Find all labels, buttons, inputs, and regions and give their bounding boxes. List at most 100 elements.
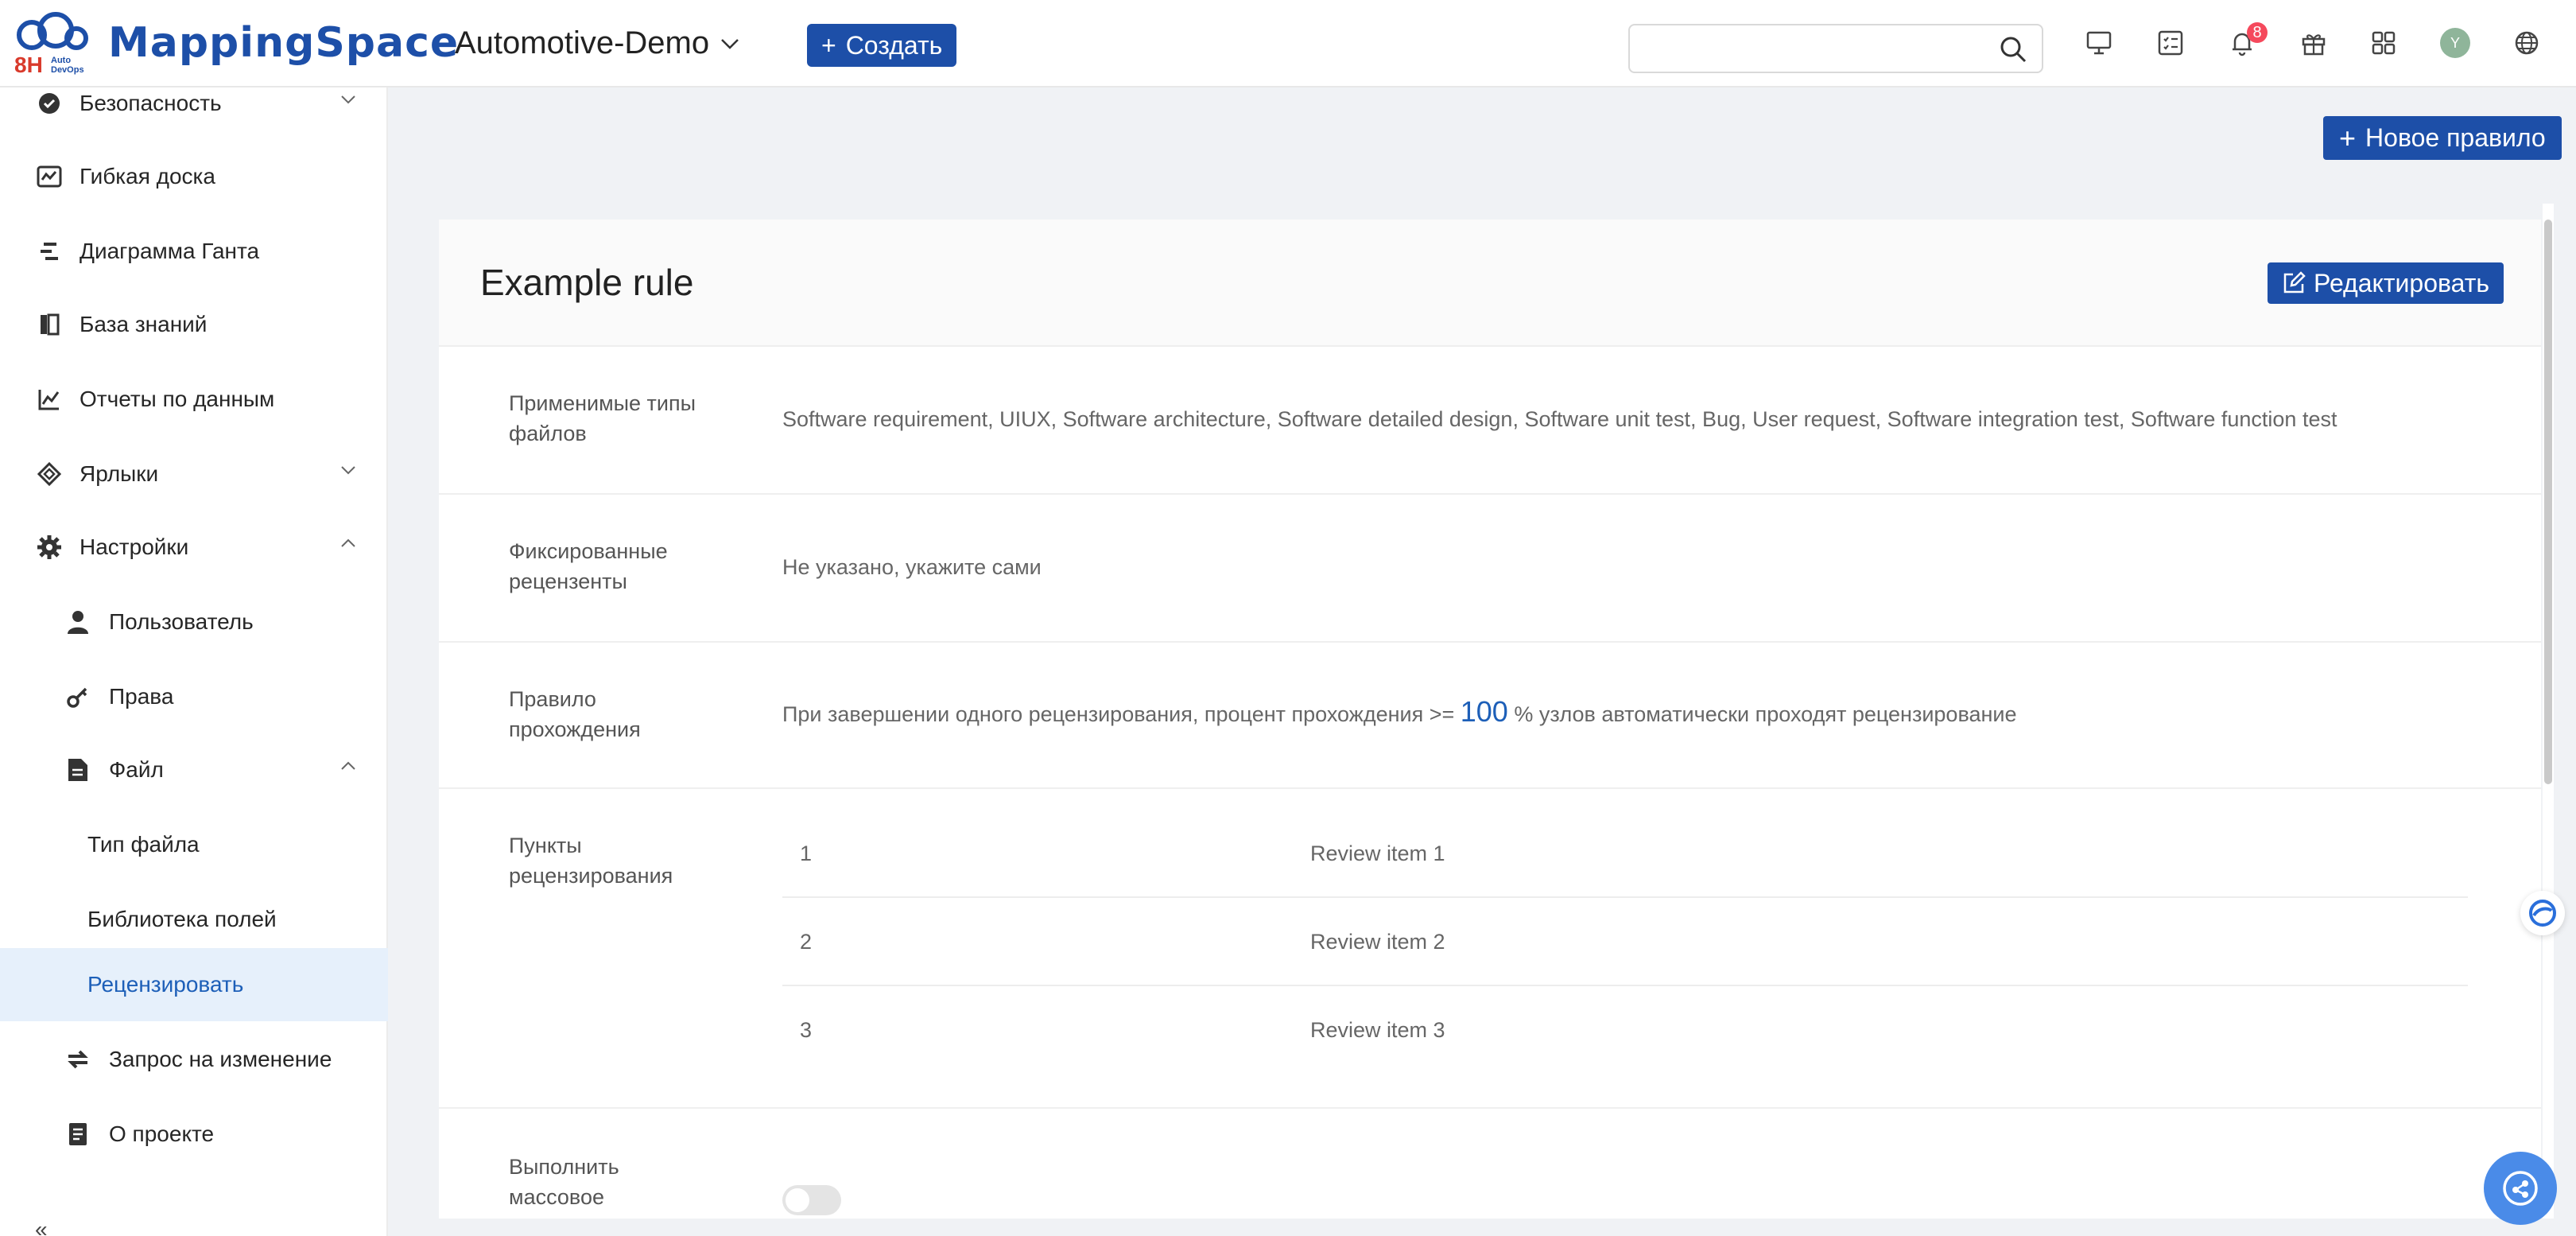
swap-icon [64,1045,92,1074]
chart-icon [35,385,64,414]
ai-assistant-icon[interactable] [2520,891,2565,935]
sidebar-item-data-reports[interactable]: Отчеты по данным [0,363,388,436]
sidebar-item-review[interactable]: Рецензировать [0,948,388,1021]
sidebar-item-file-type[interactable]: Тип файла [0,808,388,881]
collapse-sidebar-icon[interactable]: « [35,1217,48,1236]
gear-icon [35,533,64,562]
row-label: Пункты рецензирования [509,834,673,888]
sidebar-item-labels[interactable]: Ярлыки [0,437,388,511]
create-button-label: Создать [845,30,943,60]
sidebar-item-label: Диаграмма Ганта [80,239,260,263]
pass-rule-prefix: При завершении одного рецензирования, пр… [782,702,1455,726]
sidebar-item-rights[interactable]: Права [0,660,388,733]
document-icon [64,1120,92,1149]
plus-icon: + [2339,121,2357,154]
app-logo[interactable]: 8H Auto DevOps MappingSpace [14,11,458,83]
review-item: 1 Review item 1 [782,810,2468,898]
scrollbar-thumb[interactable] [2544,220,2552,784]
sidebar-item-label: О проекте [109,1121,215,1146]
rule-card: Example rule Редактировать Применимые ти… [439,220,2541,1219]
review-item: 3 Review item 3 [782,986,2468,1075]
bulk-execute-toggle[interactable] [782,1185,841,1215]
chevron-down-icon [721,38,739,49]
rule-title: Example rule [480,262,694,303]
globe-icon[interactable] [2509,25,2544,60]
row-pass-rule: Правило прохождения При завершении одног… [439,643,2541,789]
logo-text: MappingSpace [108,19,460,67]
sidebar-item-label: Права [109,684,174,709]
sidebar-item-label: База знаний [80,312,208,336]
monitor-icon[interactable] [2081,25,2116,60]
row-label: Применимые типы файлов [509,391,696,445]
sidebar-item-gantt[interactable]: Диаграмма Ганта [0,215,388,288]
rule-card-header: Example rule Редактировать [439,220,2541,347]
logo-badge: 8H [14,52,43,77]
chevron-down-icon[interactable] [340,94,356,105]
shield-check-icon [35,89,64,118]
user-icon [64,608,92,636]
row-label: Правило прохождения [509,687,641,741]
sidebar-item-label: Ярлыки [80,461,159,486]
tag-icon [35,460,64,488]
sidebar-item-label: Файл [109,757,164,782]
agile-board-icon [35,162,64,191]
edit-button[interactable]: Редактировать [2268,262,2504,304]
review-item-text: Review item 3 [1310,1018,1445,1042]
task-list-icon[interactable] [2153,25,2188,60]
gift-icon[interactable] [2296,25,2331,60]
sidebar: Безопасность Гибкая доска Диаграмма Гант… [0,87,388,1236]
share-chat-icon[interactable] [2484,1152,2557,1225]
sidebar-item-label: Отчеты по данным [80,387,275,411]
gantt-icon [35,237,64,266]
search-box[interactable] [1628,24,2043,73]
sidebar-item-label: Тип файла [87,832,200,857]
file-icon [64,756,92,784]
create-button[interactable]: + Создать [807,24,957,67]
review-item-number: 3 [800,1018,813,1042]
chevron-up-icon[interactable] [340,760,356,772]
review-item-text: Review item 1 [1310,841,1445,865]
sidebar-item-change-request[interactable]: Запрос на изменение [0,1023,388,1096]
review-item-number: 1 [800,841,813,865]
sidebar-item-user[interactable]: Пользователь [0,585,388,659]
new-rule-button[interactable]: + Новое правило [2323,116,2562,160]
notification-badge: 8 [2247,22,2268,43]
plus-icon: + [821,30,836,60]
sidebar-item-agile-board[interactable]: Гибкая доска [0,140,388,213]
review-item: 2 Review item 2 [782,898,2468,986]
edit-button-label: Редактировать [2314,268,2490,297]
top-bar: 8H Auto DevOps MappingSpace Automotive-D… [0,0,2576,87]
apps-grid-icon[interactable] [2366,25,2401,60]
bell-icon[interactable]: 8 [2225,22,2268,60]
sidebar-item-file[interactable]: Файл [0,733,388,807]
sidebar-item-field-library[interactable]: Библиотека полей [0,883,388,956]
sidebar-item-settings[interactable]: Настройки [0,511,388,584]
reviewers-value: Не указано, укажите сами [782,555,1042,579]
user-avatar[interactable]: Y [2438,25,2473,60]
search-icon[interactable] [1999,35,2027,64]
sidebar-item-label: Безопасность [80,91,222,115]
sidebar-item-label: Гибкая доска [80,164,215,189]
sidebar-item-knowledge-base[interactable]: База знаний [0,288,388,361]
bulk-execute-label: Выполнить массовое [509,1155,619,1209]
search-input[interactable] [1643,25,1992,70]
sidebar-item-label: Рецензировать [87,972,244,997]
sidebar-item-label: Пользователь [109,609,254,634]
review-item-number: 2 [800,930,813,954]
review-item-text: Review item 2 [1310,930,1445,954]
new-rule-label: Новое правило [2365,123,2546,152]
sidebar-item-label: Библиотека полей [87,907,277,931]
chevron-up-icon[interactable] [340,538,356,549]
sidebar-item-about-project[interactable]: О проекте [0,1098,388,1171]
row-review-items: Пункты рецензирования 1 Review item 1 2 … [439,789,2541,1109]
row-file-types: Применимые типы файлов Software requirem… [439,347,2541,495]
row-fixed-reviewers: Фиксированные рецензенты Не указано, ука… [439,495,2541,643]
project-selector[interactable]: Automotive-Demo [455,25,739,61]
scrollbar[interactable] [2543,204,2554,1219]
pass-rule-value: При завершении одного рецензирования, пр… [782,697,2017,729]
pass-percent: 100 [1460,695,1508,728]
sidebar-item-label: Запрос на изменение [109,1047,332,1071]
edit-icon [2283,271,2306,293]
sidebar-item-label: Настройки [80,534,189,559]
chevron-down-icon[interactable] [340,464,356,476]
